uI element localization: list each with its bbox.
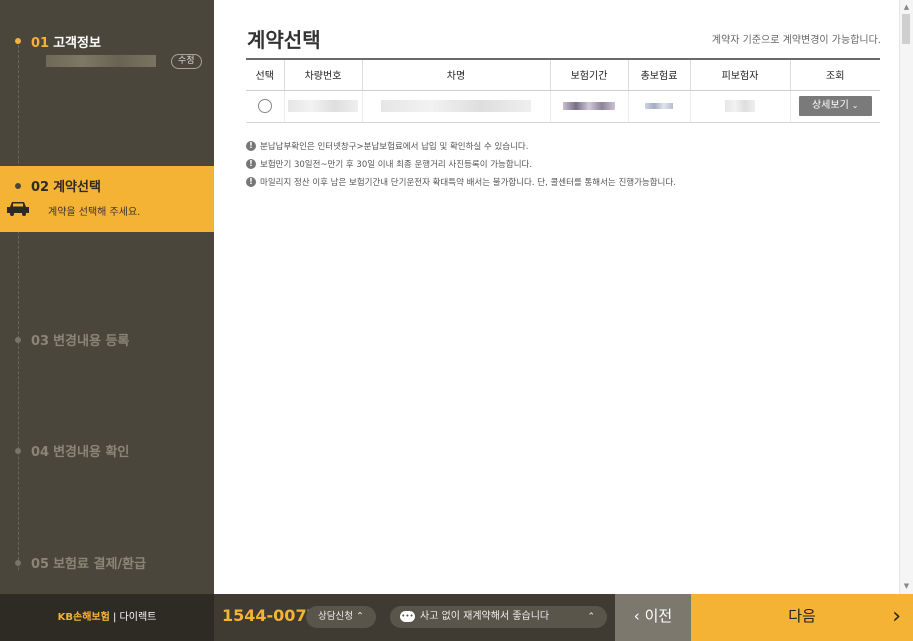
info-icon: ! bbox=[246, 141, 256, 151]
step-dot bbox=[15, 183, 21, 189]
step-customer-info: 01 고객정보 수정 bbox=[0, 30, 214, 90]
brand-direct: 다이렉트 bbox=[119, 612, 157, 623]
chevron-down-icon: ⌄ bbox=[851, 101, 859, 110]
step-label: 변경내용 등록 bbox=[53, 334, 130, 349]
col-view: 조회 bbox=[789, 58, 880, 91]
step-dot bbox=[15, 337, 21, 343]
step-contract-select: 02 계약선택 계약을 선택해 주세요. bbox=[0, 166, 214, 232]
info-icon: ! bbox=[246, 159, 256, 169]
masked-period bbox=[563, 101, 615, 110]
step-number: 01 bbox=[31, 36, 50, 51]
step-number: 05 bbox=[31, 557, 50, 572]
page-title: 계약선택 bbox=[247, 28, 321, 52]
step-dot bbox=[15, 448, 21, 454]
detail-view-button[interactable]: 상세보기 ⌄ bbox=[798, 96, 872, 116]
car-icon bbox=[7, 202, 29, 216]
footer-bar: KB손해보험 | 다이렉트 1544-0077 상담신청 ⌃ ••• 사고 없이 … bbox=[0, 594, 913, 641]
step-number: 04 bbox=[31, 445, 50, 460]
step-number: 02 bbox=[31, 180, 50, 195]
brand-separator: | bbox=[112, 612, 117, 623]
step-label: 변경내용 확인 bbox=[53, 445, 130, 460]
table-row[interactable]: 상세보기 ⌄ bbox=[246, 90, 880, 123]
col-period: 보험기간 bbox=[549, 58, 628, 91]
notice-item: ! 마일리지 정산 이후 남은 보험기간내 단기운전자 확대특약 배서는 불가합니… bbox=[246, 173, 886, 191]
brand-logo: KB손해보험 | 다이렉트 bbox=[0, 594, 214, 641]
notice-item: ! 보험만기 30일전~만기 후 30일 이내 최종 운행거리 사진등록이 가능합… bbox=[246, 155, 886, 173]
step-label: 고객정보 bbox=[53, 36, 101, 51]
col-insured: 피보험자 bbox=[689, 58, 790, 91]
chevron-up-icon: ⌃ bbox=[356, 611, 364, 622]
chat-label: 사고 없이 재계약해서 좋습니다 bbox=[420, 611, 550, 622]
masked-customer-name bbox=[46, 55, 156, 67]
masked-premium bbox=[645, 102, 673, 109]
masked-car-name bbox=[381, 100, 531, 112]
step-description: 계약을 선택해 주세요. bbox=[48, 207, 141, 218]
col-car-name: 차명 bbox=[361, 58, 550, 91]
prev-label: 이전 bbox=[644, 607, 673, 625]
contract-table: 선택 차량번호 차명 보험기간 총보험료 피보험자 조회 상세보기 ⌄ bbox=[246, 58, 880, 123]
next-button[interactable]: 다음 › bbox=[691, 594, 913, 641]
notice-item: ! 분납납부확인은 인터넷창구>분납보험료에서 납입 및 확인하실 수 있습니다. bbox=[246, 137, 886, 155]
col-plate: 차량번호 bbox=[283, 58, 362, 91]
masked-plate bbox=[288, 100, 358, 112]
scrollbar-thumb[interactable] bbox=[902, 14, 910, 44]
step-dot bbox=[15, 38, 21, 44]
chevron-up-icon: ⌃ bbox=[587, 612, 595, 622]
scroll-down-arrow-icon[interactable]: ▼ bbox=[900, 580, 913, 592]
scrollbar[interactable] bbox=[899, 0, 913, 594]
edit-customer-button[interactable]: 수정 bbox=[171, 54, 202, 69]
brand-kb-name: KB손해보험 bbox=[57, 612, 110, 623]
notice-list: ! 분납납부확인은 인터넷창구>분납보험료에서 납입 및 확인하실 수 있습니다.… bbox=[246, 137, 886, 191]
next-label: 다음 bbox=[788, 607, 816, 625]
step-dot bbox=[15, 560, 21, 566]
col-select: 선택 bbox=[246, 58, 284, 91]
chevron-left-icon: ‹ bbox=[633, 607, 640, 625]
phone-number: 1544-0077 bbox=[222, 606, 318, 625]
step-number: 03 bbox=[31, 334, 50, 349]
select-radio[interactable] bbox=[257, 99, 272, 113]
chat-message-button[interactable]: ••• 사고 없이 재계약해서 좋습니다 ⌃ bbox=[390, 606, 607, 628]
col-premium: 총보험료 bbox=[627, 58, 690, 91]
main-content: 계약선택 계약자 기준으로 계약변경이 가능합니다. 선택 차량번호 차명 보험… bbox=[214, 0, 899, 594]
step-label: 보험료 결제/환급 bbox=[53, 557, 147, 572]
step-label: 계약선택 bbox=[53, 180, 101, 195]
detail-view-label: 상세보기 bbox=[811, 100, 849, 111]
chat-bubble-icon: ••• bbox=[400, 610, 415, 622]
contract-notice: 계약자 기준으로 계약변경이 가능합니다. bbox=[711, 35, 881, 46]
consult-label: 상담신청 bbox=[318, 611, 353, 622]
table-header-row: 선택 차량번호 차명 보험기간 총보험료 피보험자 조회 bbox=[246, 58, 880, 91]
sidebar: 01 고객정보 수정 02 계약선택 계약을 선택해 주세요. 03 변경내용 등록 … bbox=[0, 0, 214, 594]
consult-request-button[interactable]: 상담신청 ⌃ bbox=[306, 606, 376, 628]
scroll-up-arrow-icon[interactable]: ▲ bbox=[900, 1, 913, 13]
chevron-right-icon: › bbox=[892, 604, 901, 629]
masked-insured bbox=[725, 100, 755, 112]
prev-button[interactable]: ‹ 이전 bbox=[615, 594, 691, 641]
info-icon: ! bbox=[246, 177, 256, 187]
